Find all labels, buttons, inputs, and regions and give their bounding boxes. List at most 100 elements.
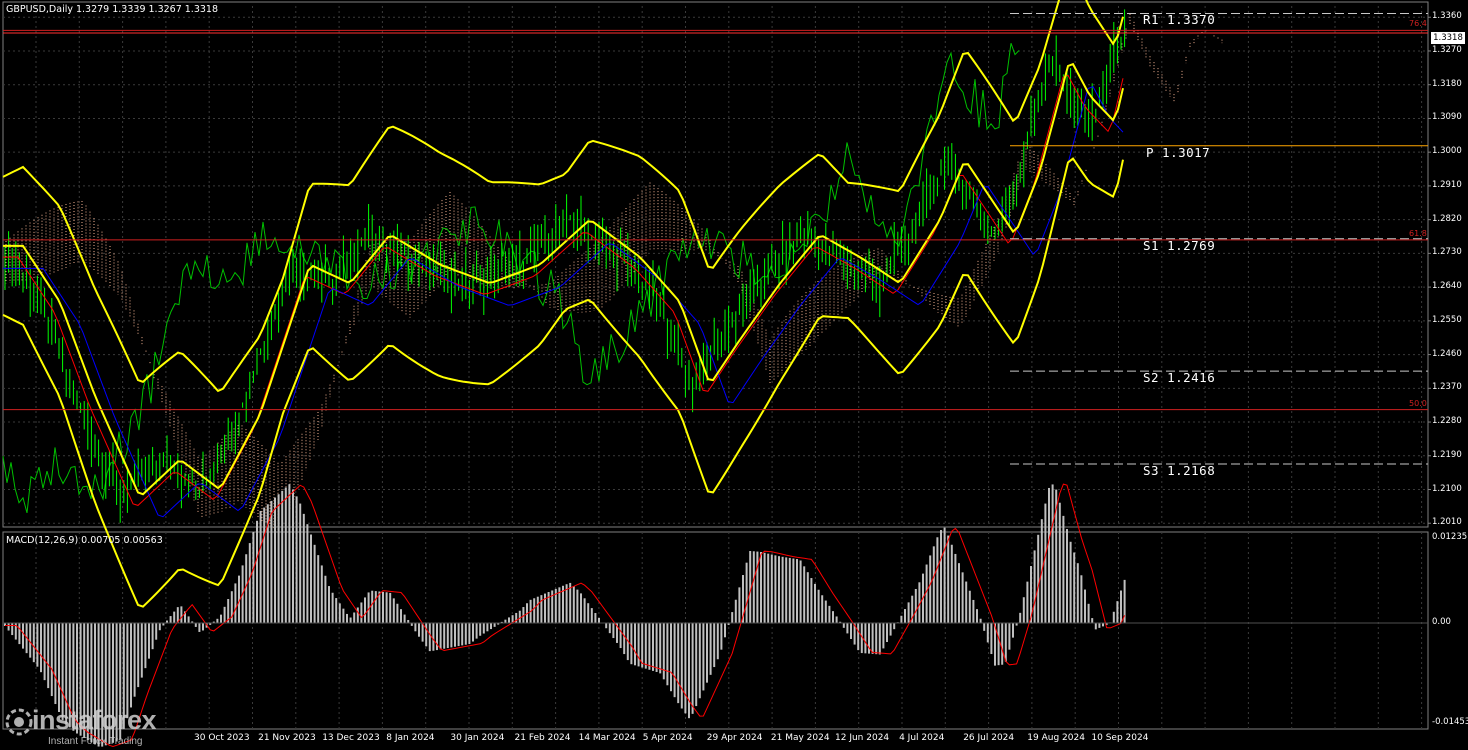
macd-bar — [731, 612, 734, 624]
macd-tick-label: 0.01235 — [1432, 532, 1468, 542]
macd-bar — [648, 622, 651, 670]
date-tick-label: 30 Oct 2023 — [194, 733, 250, 743]
macd-bar — [36, 622, 39, 667]
date-tick-label: 19 Aug 2024 — [1027, 733, 1085, 743]
macd-bar — [400, 609, 402, 624]
macd-bar — [778, 556, 780, 624]
macd-bar — [688, 622, 690, 719]
macd-bar — [382, 591, 384, 624]
macd-bar — [173, 611, 176, 624]
macd-bar — [263, 507, 266, 624]
macd-bar — [1048, 487, 1050, 624]
price-tick-label: 1.2370 — [1432, 382, 1462, 393]
macd-bar — [1076, 563, 1079, 624]
price-tick-label: 1.2100 — [1432, 483, 1462, 494]
macd-bar — [612, 622, 615, 639]
date-tick-label: 26 Jul 2024 — [963, 733, 1015, 743]
macd-bar — [799, 560, 802, 624]
kijun-line — [3, 85, 1124, 518]
macd-bar — [155, 622, 158, 640]
macd-bar — [414, 622, 417, 632]
macd-bar — [490, 622, 492, 630]
macd-bar — [1062, 515, 1065, 624]
macd-bar — [40, 622, 42, 673]
macd-bar — [371, 590, 374, 624]
price-tick-label: 1.3090 — [1432, 112, 1462, 123]
macd-bar — [418, 622, 420, 637]
price-tick-label: 1.2910 — [1432, 179, 1462, 190]
date-tick-label: 30 Jan 2024 — [450, 733, 505, 743]
macd-bar — [126, 622, 129, 719]
macd-bar — [871, 622, 874, 654]
macd-bar — [878, 622, 881, 655]
macd-bar — [677, 622, 680, 704]
macd-bar — [590, 608, 593, 624]
macd-tick-label: -0.01453 — [1432, 717, 1468, 727]
macd-bar — [680, 622, 683, 709]
chart-header: GBPUSD,Daily 1.3279 1.3339 1.3267 1.3318 — [6, 4, 219, 15]
macd-bar — [486, 622, 489, 632]
macd-bar — [47, 622, 50, 689]
price-tick-label: 1.2730 — [1432, 247, 1462, 258]
macd-tick-label: 0.00 — [1432, 616, 1451, 627]
macd-bar — [774, 555, 777, 624]
macd-bar — [752, 551, 755, 624]
logo-name: instaforex — [32, 705, 157, 735]
macd-bar — [536, 596, 539, 624]
macd-bar — [198, 622, 201, 632]
macd-bar — [1116, 601, 1119, 624]
macd-bar — [572, 586, 575, 624]
macd-bar — [936, 537, 939, 624]
price-tick-label: 1.2460 — [1432, 348, 1462, 359]
macd-bar — [457, 622, 460, 647]
macd-bar — [673, 622, 676, 698]
macd-bar — [299, 503, 302, 624]
macd-bar — [144, 622, 147, 669]
macd-bar — [1012, 622, 1014, 638]
macd-bar — [857, 622, 860, 651]
macd-bar — [644, 622, 647, 669]
macd-bar — [767, 553, 770, 624]
macd-bar — [335, 598, 338, 624]
macd-bar — [392, 598, 395, 624]
macd-bar — [493, 622, 496, 627]
macd-bar — [245, 554, 248, 624]
macd-bar — [22, 622, 24, 649]
macd-bar — [356, 607, 359, 624]
bollinger-upper — [2, 0, 1124, 393]
macd-bar — [1073, 552, 1076, 624]
macd-bar — [274, 497, 276, 624]
macd-bar — [659, 622, 662, 674]
price-tick-label: 1.3180 — [1432, 78, 1462, 89]
macd-bar — [914, 588, 917, 624]
macd-bar — [666, 622, 669, 686]
macd-bar — [724, 622, 726, 638]
macd-bar — [1058, 502, 1061, 624]
date-tick-label: 10 Sep 2024 — [1091, 733, 1149, 743]
macd-bar — [756, 551, 759, 624]
macd-bar — [932, 546, 935, 624]
bollinger-middle — [3, 62, 1124, 496]
macd-bar — [587, 603, 590, 624]
macd-bar — [54, 622, 57, 705]
macd-bar — [907, 602, 910, 624]
macd-header: MACD(12,26,9) 0.00705 0.00563 — [6, 535, 163, 546]
price-tick-label: 1.2820 — [1432, 213, 1462, 224]
macd-bar — [446, 622, 449, 649]
macd-bar — [1008, 622, 1011, 650]
macd-bar — [18, 622, 21, 645]
macd-bar — [133, 622, 136, 697]
macd-bar — [698, 622, 701, 699]
macd-bar — [583, 598, 586, 624]
macd-bar — [353, 612, 356, 624]
macd-bar — [29, 622, 32, 658]
macd-bar — [450, 622, 453, 648]
macd-bar — [796, 559, 798, 624]
macd-bar — [11, 622, 14, 636]
date-tick-label: 29 Apr 2024 — [706, 733, 763, 743]
price-chart — [2, 0, 1431, 748]
macd-bar — [1022, 597, 1025, 624]
macd-bar — [576, 589, 579, 624]
macd-bar — [842, 622, 845, 628]
macd-bar — [1094, 622, 1097, 630]
